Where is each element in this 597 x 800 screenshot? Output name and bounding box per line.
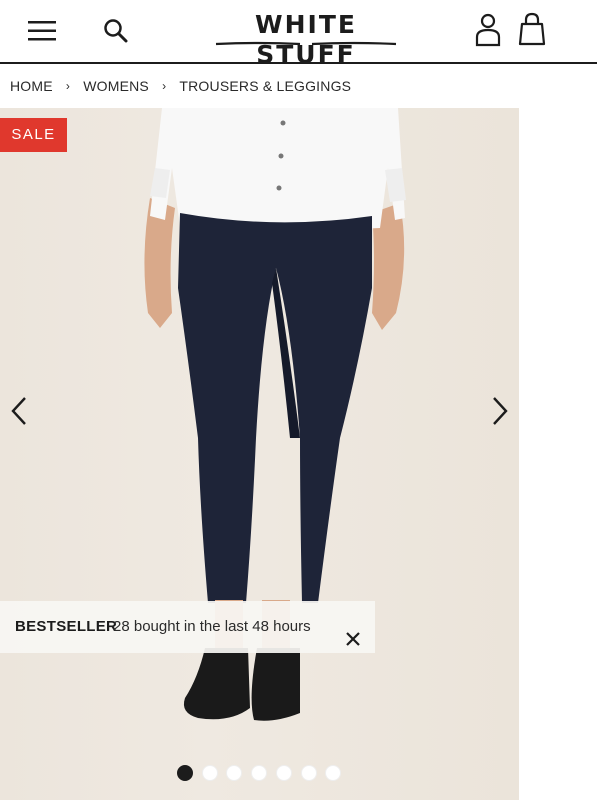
breadcrumb-separator: › xyxy=(65,79,71,94)
previous-image-arrow[interactable] xyxy=(8,396,32,426)
account-icon[interactable] xyxy=(475,13,501,47)
breadcrumb-separator: › xyxy=(162,79,167,94)
bag-icon[interactable] xyxy=(518,12,546,46)
carousel-dot-4[interactable] xyxy=(251,765,268,781)
carousel-dot-2[interactable] xyxy=(201,765,218,781)
carousel-dot-1[interactable] xyxy=(177,765,193,781)
brand-logo[interactable]: WHITE STUFF xyxy=(214,10,398,69)
chevron-right-icon xyxy=(493,397,508,425)
next-image-arrow[interactable] xyxy=(487,396,511,426)
sale-badge: SALE xyxy=(0,118,67,152)
breadcrumb-trousers-leggings[interactable]: TROUSERS & LEGGINGS xyxy=(179,78,351,94)
chevron-left-icon xyxy=(11,397,26,425)
close-banner-button[interactable] xyxy=(344,618,362,646)
product-image-gallery[interactable]: SALE BESTSELLER 28 bought in the last 48… xyxy=(0,108,519,800)
logo-underline xyxy=(215,41,397,46)
product-photo xyxy=(144,108,406,721)
bestseller-banner: BESTSELLER 28 bought in the last 48 hour… xyxy=(0,601,375,653)
carousel-dot-6[interactable] xyxy=(300,765,317,781)
search-icon[interactable] xyxy=(103,18,129,44)
breadcrumb-home[interactable]: HOME xyxy=(10,78,53,94)
menu-icon[interactable] xyxy=(28,20,56,42)
bestseller-tag: BESTSELLER xyxy=(15,618,118,635)
breadcrumb-womens[interactable]: WOMENS xyxy=(83,78,149,94)
breadcrumb: HOME › WOMENS › TROUSERS & LEGGINGS xyxy=(10,77,351,95)
site-header: WHITE STUFF xyxy=(0,0,597,69)
bestseller-message: 28 bought in the last 48 hours xyxy=(113,618,311,635)
close-icon xyxy=(346,632,360,646)
carousel-dot-5[interactable] xyxy=(275,765,292,781)
